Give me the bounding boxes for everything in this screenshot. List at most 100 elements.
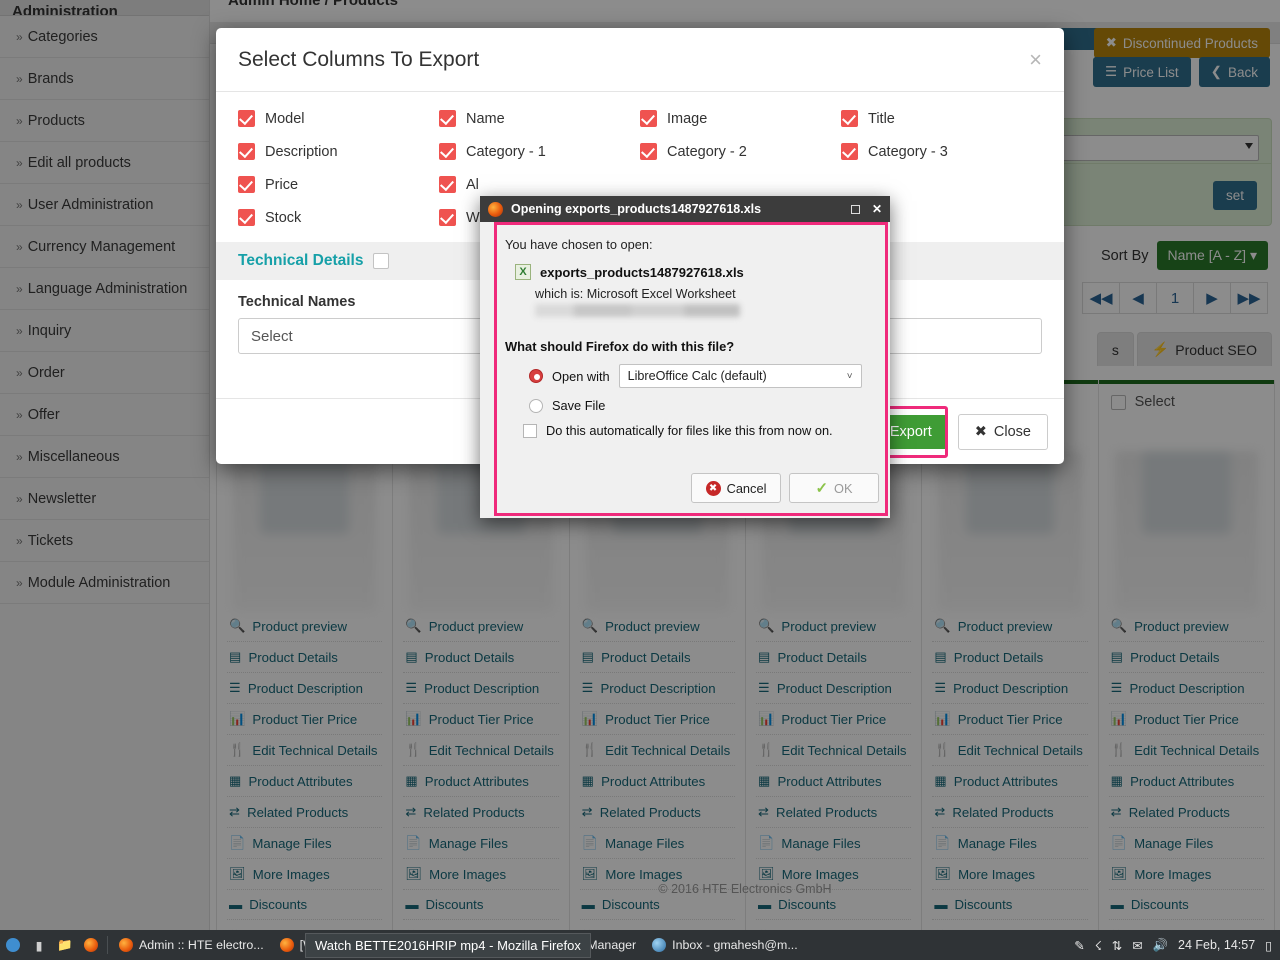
menu-dot bbox=[6, 938, 20, 952]
dialog-source-redacted bbox=[535, 304, 740, 317]
close-icon[interactable]: ✕ bbox=[872, 202, 882, 216]
checkbox-row: Model Name Image Title bbox=[238, 110, 1042, 127]
screen: Administration » Categories » Brands » Prod… bbox=[0, 0, 1280, 960]
checkbox-model[interactable]: Model bbox=[238, 110, 439, 127]
checkbox-label: Category - 3 bbox=[868, 143, 948, 160]
close-label: Close bbox=[993, 423, 1031, 440]
ok-button[interactable]: ✓ OK bbox=[789, 473, 879, 503]
checkbox-checked-icon[interactable] bbox=[841, 143, 858, 160]
check-icon: ✓ bbox=[815, 480, 829, 497]
checkbox-image[interactable]: Image bbox=[640, 110, 841, 127]
dialog-filename-row: X exports_products1487927618.xls bbox=[515, 264, 871, 280]
maximize-icon[interactable] bbox=[850, 204, 860, 214]
cancel-icon: ✖ bbox=[705, 480, 721, 496]
open-with-app-select[interactable]: LibreOffice Calc (default) ˅ bbox=[618, 364, 862, 388]
thunderbird-icon bbox=[652, 938, 667, 952]
checkbox-category-1[interactable]: Category - 1 bbox=[439, 143, 640, 160]
close-icon[interactable]: × bbox=[1029, 48, 1042, 71]
mail-tray-icon[interactable]: ✉ bbox=[1132, 938, 1142, 953]
checkbox-row: Price Al bbox=[238, 176, 1042, 193]
firefox-icon bbox=[119, 938, 133, 952]
technical-details-checkbox[interactable] bbox=[373, 253, 390, 269]
open-with-app-value: LibreOffice Calc (default) bbox=[627, 369, 767, 383]
dialog-intro-text: You have chosen to open: bbox=[505, 237, 653, 252]
checkbox-name[interactable]: Name bbox=[439, 110, 640, 127]
close-button[interactable]: ✖ Close bbox=[957, 413, 1048, 450]
firefox-download-dialog: Opening exports_products1487927618.xls ✕… bbox=[480, 196, 890, 518]
checkbox-hidden-1[interactable] bbox=[640, 176, 841, 193]
modal-header: Select Columns To Export × bbox=[216, 28, 1064, 92]
checkbox-label: Model bbox=[265, 110, 305, 127]
taskbar-item-admin[interactable]: Admin :: HTE electro... bbox=[111, 933, 272, 957]
taskbar-item-inbox[interactable]: Inbox - gmahesh@m... bbox=[644, 933, 806, 957]
edit-tray-icon[interactable]: ✎ bbox=[1074, 938, 1084, 953]
window-buttons: ✕ bbox=[850, 202, 882, 216]
firefox-icon bbox=[488, 201, 503, 217]
checkbox-label: Image bbox=[667, 110, 708, 127]
checkbox-checked-icon[interactable] bbox=[439, 176, 456, 193]
technical-details-label: Technical Details bbox=[238, 252, 364, 269]
taskbar-item-label: Inbox - gmahesh@m... bbox=[672, 938, 798, 952]
open-with-radio[interactable] bbox=[529, 369, 543, 383]
checkbox-label: Price bbox=[265, 176, 299, 193]
taskbar-item-label: Admin :: HTE electro... bbox=[139, 938, 264, 952]
firefox-dot bbox=[84, 938, 98, 952]
checkbox-row: Description Category - 1 Category - 2 Ca… bbox=[238, 143, 1042, 160]
system-tray: ✎ ☇ ⇅ ✉ 🔊 24 Feb, 14:57 ▯ bbox=[1074, 938, 1280, 953]
checkbox-description[interactable]: Description bbox=[238, 143, 439, 160]
cancel-button[interactable]: ✖ Cancel bbox=[691, 473, 781, 503]
menu-icon[interactable] bbox=[0, 930, 26, 960]
checkbox-checked-icon[interactable] bbox=[640, 110, 657, 127]
show-desktop-icon[interactable]: ▯ bbox=[1265, 938, 1272, 953]
auto-open-checkbox[interactable] bbox=[523, 423, 537, 438]
dialog-question: What should Firefox do with this file? bbox=[505, 339, 735, 354]
firefox-icon bbox=[279, 938, 294, 952]
open-with-row[interactable]: Open with LibreOffice Calc (default) ˅ bbox=[529, 364, 871, 388]
auto-open-row[interactable]: Do this automatically for files like thi… bbox=[523, 423, 871, 438]
checkbox-partial-al[interactable]: Al bbox=[439, 176, 640, 193]
checkbox-hidden-2[interactable] bbox=[841, 176, 1042, 193]
checkbox-label: Al bbox=[466, 176, 479, 193]
checkbox-checked-icon[interactable] bbox=[238, 143, 255, 160]
terminal-icon[interactable]: ▮ bbox=[26, 930, 52, 960]
checkbox-checked-icon[interactable] bbox=[238, 209, 255, 226]
taskbar-tooltip: Watch BETTE2016HRIP mp4 - Mozilla Firefo… bbox=[305, 933, 591, 958]
checkbox-label: Category - 2 bbox=[667, 143, 747, 160]
open-with-label: Open with bbox=[552, 368, 610, 384]
firefox-launcher-icon[interactable] bbox=[78, 930, 104, 960]
checkbox-price[interactable]: Price bbox=[238, 176, 439, 193]
volume-tray-icon[interactable]: 🔊 bbox=[1153, 938, 1168, 953]
export-label: Export bbox=[889, 423, 932, 440]
save-file-row[interactable]: Save File bbox=[529, 398, 871, 413]
network-tray-icon[interactable]: ⇅ bbox=[1112, 938, 1122, 953]
checkbox-checked-icon[interactable] bbox=[640, 143, 657, 160]
save-file-radio[interactable] bbox=[529, 398, 543, 413]
checkbox-checked-icon[interactable] bbox=[439, 143, 456, 160]
checkbox-checked-icon[interactable] bbox=[238, 110, 255, 127]
dialog-title: Opening exports_products1487927618.xls bbox=[511, 202, 762, 216]
checkbox-checked-icon[interactable] bbox=[841, 110, 858, 127]
taskbar: ▮ 📁 Admin :: HTE electro... [Wat catagor… bbox=[0, 930, 1280, 960]
dialog-filename: exports_products1487927618.xls bbox=[540, 264, 744, 280]
checkbox-label: Name bbox=[466, 110, 505, 127]
dialog-footer: ✖ Cancel ✓ OK bbox=[691, 473, 879, 503]
cancel-label: Cancel bbox=[726, 480, 767, 496]
checkbox-stock[interactable]: Stock bbox=[238, 209, 439, 226]
checkbox-checked-icon[interactable] bbox=[238, 176, 255, 193]
dialog-body: You have chosen to open: X exports_produ… bbox=[494, 222, 888, 516]
checkbox-label: W bbox=[466, 209, 480, 226]
file-manager-icon[interactable]: 📁 bbox=[52, 930, 78, 960]
checkbox-checked-icon[interactable] bbox=[439, 209, 456, 226]
checkbox-category-3[interactable]: Category - 3 bbox=[841, 143, 1042, 160]
checkbox-label: Description bbox=[265, 143, 338, 160]
checkbox-checked-icon[interactable] bbox=[439, 110, 456, 127]
chevron-down-icon: ˅ bbox=[846, 370, 853, 382]
checkbox-label: Stock bbox=[265, 209, 302, 226]
clock[interactable]: 24 Feb, 14:57 bbox=[1178, 938, 1255, 952]
times-icon: ✖ bbox=[974, 423, 987, 440]
checkbox-title[interactable]: Title bbox=[841, 110, 1042, 127]
checkbox-category-2[interactable]: Category - 2 bbox=[640, 143, 841, 160]
checkbox-label: Category - 1 bbox=[466, 143, 546, 160]
bluetooth-tray-icon[interactable]: ☇ bbox=[1095, 938, 1102, 953]
technical-names-value: Select bbox=[251, 327, 293, 345]
